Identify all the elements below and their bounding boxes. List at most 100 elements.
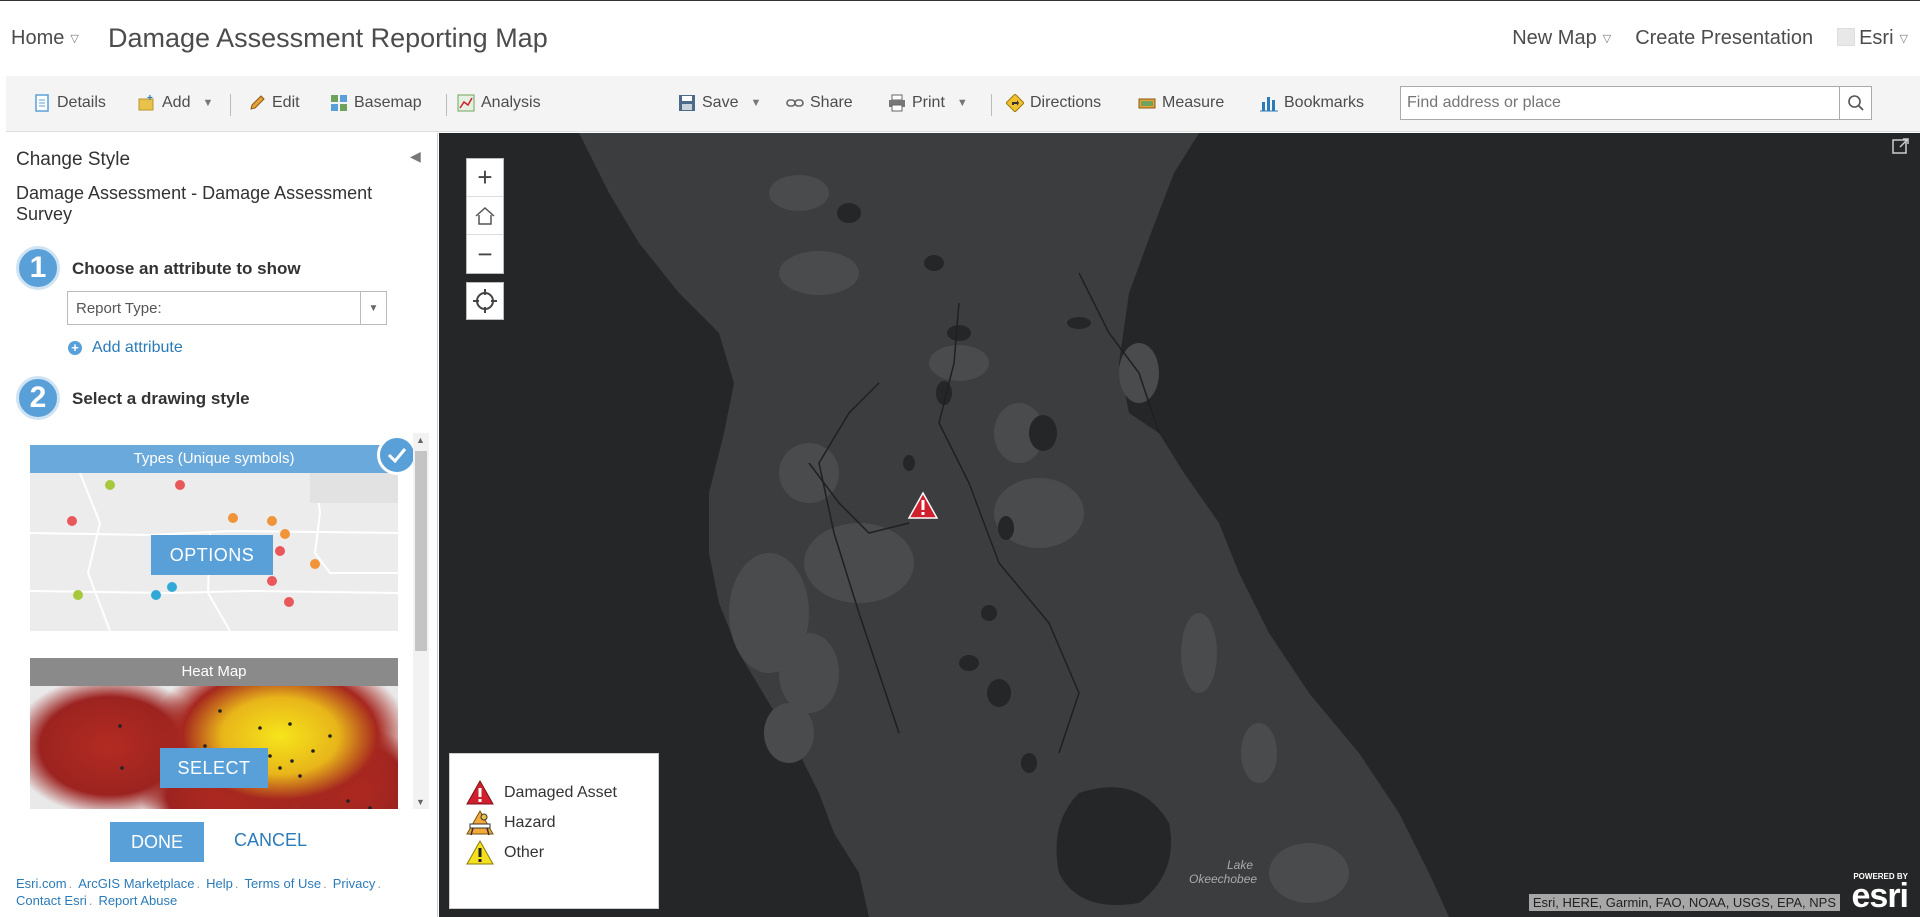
new-map-label: New Map [1512, 27, 1597, 49]
basemap-florida: Lake Okeechobee [579, 133, 1920, 917]
footer-link[interactable]: Privacy [333, 876, 376, 891]
attribute-select[interactable]: Report Type: ▼ [67, 291, 387, 325]
chevron-down-icon: ▼ [750, 97, 762, 109]
edit-label: Edit [272, 94, 300, 111]
footer-link[interactable]: Report Abuse [98, 893, 177, 908]
save-label: Save [702, 94, 739, 111]
details-icon [35, 94, 49, 112]
home-icon [475, 206, 495, 225]
step-two-badge: 2 [16, 376, 60, 420]
dropdown-arrow-icon: ▼ [360, 292, 386, 324]
footer-divider: . [377, 876, 381, 891]
bookmarks-chart-icon [1260, 97, 1278, 112]
zoom-in-button[interactable]: + [467, 159, 503, 197]
map-view[interactable]: Lake Okeechobee + − Damaged Asset Hazard… [439, 133, 1920, 917]
footer-link[interactable]: Terms of Use [245, 876, 322, 891]
save-disk-icon [679, 95, 695, 111]
search-box [1400, 86, 1872, 120]
create-presentation-link[interactable]: Create Presentation [1635, 27, 1813, 50]
basemap-label: Basemap [354, 94, 422, 111]
share-link-icon [786, 99, 804, 107]
directions-sign-icon [1006, 94, 1024, 112]
footer-divider: . [68, 876, 73, 891]
home-label: Home [11, 27, 65, 49]
collapse-panel-icon[interactable]: ◀ [410, 148, 421, 165]
style-list-scrollbar[interactable]: ▲ ▼ [413, 433, 429, 809]
measure-label: Measure [1162, 94, 1225, 111]
toolbar-divider [446, 94, 447, 116]
cancel-button[interactable]: CANCEL [234, 830, 307, 851]
footer-link[interactable]: ArcGIS Marketplace [78, 876, 194, 891]
step-two-label: Select a drawing style [72, 389, 250, 408]
hazard-icon [466, 810, 494, 836]
search-icon [1847, 95, 1864, 111]
chevron-down-icon: ▽ [70, 33, 79, 45]
other-icon [466, 840, 494, 865]
select-button[interactable]: SELECT [160, 748, 268, 788]
user-label: Esri [1859, 27, 1894, 49]
legend-item: Hazard [466, 808, 642, 838]
footer-divider: . [234, 876, 239, 891]
legend-label: Hazard [504, 814, 556, 831]
footer-link[interactable]: Help [206, 876, 233, 891]
search-input[interactable] [1401, 87, 1831, 119]
lake-label: Okeechobee [1189, 872, 1257, 886]
analysis-button[interactable]: Analysis [457, 94, 541, 112]
chevron-down-icon: ▼ [956, 97, 968, 109]
drawing-style-list: Types (Unique symbols) OPTIONS Heat Map … [26, 433, 435, 809]
footer-link[interactable]: Contact Esri [16, 893, 87, 908]
esri-logo: POWERED BY esri [1852, 872, 1909, 913]
add-layer-icon: + [138, 94, 154, 111]
home-extent-button[interactable] [467, 197, 503, 235]
print-label: Print [912, 94, 945, 111]
style-card-types[interactable]: Types (Unique symbols) OPTIONS [30, 435, 417, 631]
new-map-menu[interactable]: New Map ▽ [1512, 27, 1611, 50]
details-button[interactable]: Details [33, 94, 106, 112]
basemap-button[interactable]: Basemap [330, 94, 422, 112]
save-button[interactable]: Save ▼ [678, 94, 761, 112]
basemap-grid-icon [331, 95, 347, 111]
map-toolbar: Details + Add ▼ Edit Basemap Analysis Sa… [6, 76, 1920, 132]
share-button[interactable]: Share [786, 94, 853, 112]
bookmarks-button[interactable]: Bookmarks [1260, 94, 1364, 112]
style-card-heatmap[interactable]: Heat Map SELECT [30, 658, 398, 809]
add-attribute-label: Add attribute [92, 339, 183, 356]
attribute-value: Report Type: [76, 300, 162, 317]
printer-icon [889, 94, 905, 112]
add-label: Add [162, 94, 191, 111]
step-one-badge: 1 [16, 246, 60, 290]
edit-button[interactable]: Edit [248, 94, 300, 112]
avatar [1837, 28, 1856, 46]
scroll-down-icon[interactable]: ▼ [416, 797, 425, 807]
done-button[interactable]: DONE [110, 822, 204, 862]
svg-text:+: + [147, 94, 153, 104]
details-label: Details [57, 94, 106, 111]
analysis-label: Analysis [481, 94, 541, 111]
panel-heading: Change Style [16, 149, 131, 170]
lake-label: Lake [1227, 858, 1253, 872]
plus-circle-icon: + [68, 341, 82, 355]
analysis-icon [457, 94, 475, 112]
directions-button[interactable]: Directions [1006, 94, 1101, 112]
measure-button[interactable]: Measure [1138, 94, 1224, 112]
user-menu[interactable]: Esri ▽ [1837, 27, 1908, 50]
add-button[interactable]: + Add ▼ [138, 94, 213, 112]
add-attribute-link[interactable]: + Add attribute [68, 339, 183, 357]
home-menu[interactable]: Home ▽ [11, 27, 79, 50]
options-button[interactable]: OPTIONS [151, 535, 273, 575]
scrollbar-thumb[interactable] [415, 451, 427, 651]
footer-divider: . [88, 893, 93, 908]
search-button[interactable] [1839, 87, 1871, 119]
print-button[interactable]: Print ▼ [888, 94, 968, 112]
locate-crosshair-icon [473, 289, 497, 313]
footer-link[interactable]: Esri.com [16, 876, 67, 891]
step-one-label: Choose an attribute to show [72, 259, 301, 278]
chevron-down-icon: ▼ [202, 97, 214, 109]
scroll-up-icon[interactable]: ▲ [416, 435, 425, 445]
zoom-out-button[interactable]: − [467, 235, 503, 273]
chevron-down-icon: ▽ [1899, 33, 1908, 45]
map-legend: Damaged Asset Hazard Other [449, 753, 659, 909]
expand-icon[interactable] [1892, 137, 1910, 160]
locate-button[interactable] [466, 282, 504, 320]
style-card-title: Heat Map [30, 658, 398, 686]
